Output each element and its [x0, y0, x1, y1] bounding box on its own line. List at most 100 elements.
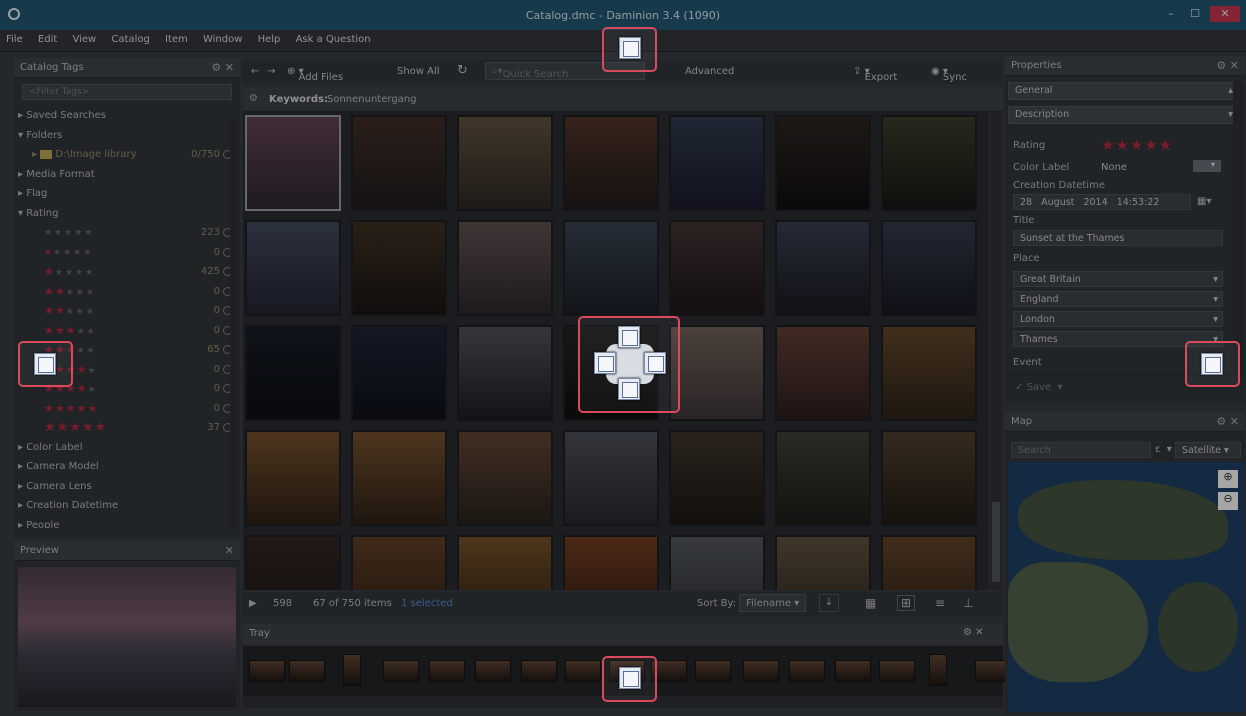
thumbnail[interactable] [245, 115, 341, 211]
map-view[interactable]: ⊕ ⊖ [1008, 462, 1244, 712]
show-all-button[interactable]: Show All [397, 66, 440, 77]
people-view-icon[interactable]: ⊥ [963, 596, 973, 610]
tree-item-image-library[interactable]: ▸ D:\Image library 0/750 [14, 145, 240, 165]
section-general[interactable]: General ▴ [1008, 82, 1240, 100]
back-arrow-icon[interactable]: ← [251, 66, 259, 77]
thumbnail[interactable] [457, 535, 553, 590]
thumbnail[interactable] [669, 430, 765, 526]
map-search-input[interactable]: Search [1011, 442, 1151, 458]
thumbnail[interactable] [775, 220, 871, 316]
maximize-button[interactable]: ☐ [1184, 6, 1206, 22]
rating-row-9[interactable]: ★★★★★ 0 [14, 399, 240, 419]
thumbnail[interactable] [775, 115, 871, 211]
minimize-button[interactable]: – [1160, 6, 1182, 22]
tree-item-creation-datetime[interactable]: ▸ Creation Datetime [14, 496, 240, 516]
grid-scrollbar[interactable] [990, 112, 1002, 590]
tree-item-flag[interactable]: ▸ Flag [14, 184, 240, 204]
grid-view-icon[interactable]: ⊞ [897, 595, 916, 611]
thumbnail[interactable] [245, 535, 341, 590]
thumbnail[interactable] [457, 430, 553, 526]
tray-thumbnail[interactable] [249, 660, 285, 682]
properties-scrollbar[interactable] [1233, 82, 1243, 372]
save-button[interactable]: ✓ Save ▾ [1015, 382, 1063, 393]
thumbnail[interactable] [669, 535, 765, 590]
tray-thumbnail[interactable] [383, 660, 419, 682]
sync-button[interactable]: ◉ Sync ▾ [931, 66, 967, 83]
thumbnail[interactable] [669, 325, 765, 421]
settings-icon[interactable]: ⚙ [249, 93, 258, 104]
zoom-in-icon[interactable]: ⊕ [1218, 470, 1238, 488]
rating-row-4[interactable]: ★★★★★ 0 [14, 301, 240, 321]
tray-thumbnail[interactable] [835, 660, 871, 682]
menu-edit[interactable]: Edit [32, 30, 63, 45]
thumbnail[interactable] [457, 115, 553, 211]
thumbnail[interactable] [881, 430, 977, 526]
thumbnail[interactable] [351, 220, 447, 316]
menu-help[interactable]: Help [252, 30, 287, 45]
thumbnail[interactable] [457, 325, 553, 421]
place-state-field[interactable]: England ▾ [1013, 291, 1223, 307]
section-description[interactable]: Description ▾ [1008, 106, 1240, 124]
dock-center-left-icon[interactable] [594, 352, 616, 374]
thumbnail[interactable] [563, 115, 659, 211]
thumbnail[interactable] [881, 115, 977, 211]
tray-thumbnail[interactable] [289, 660, 325, 682]
thumbnail[interactable] [351, 535, 447, 590]
menu-catalog[interactable]: Catalog [105, 30, 155, 45]
dock-bottom-icon[interactable] [619, 667, 641, 689]
list-view-icon[interactable]: ≡ [935, 596, 945, 610]
rating-row-2[interactable]: ★★★★★ 425 [14, 262, 240, 282]
forward-arrow-icon[interactable]: → [267, 66, 275, 77]
thumbnail[interactable] [775, 535, 871, 590]
tray-thumbnail[interactable] [429, 660, 465, 682]
thumbnail[interactable] [881, 535, 977, 590]
close-button[interactable]: ✕ [1210, 6, 1240, 22]
menu-item[interactable]: Item [159, 30, 194, 45]
rating-row-5[interactable]: ★★★★★ 0 [14, 321, 240, 341]
thumbnail[interactable] [881, 220, 977, 316]
thumbnail[interactable] [563, 535, 659, 590]
thumbnail[interactable] [669, 115, 765, 211]
panel-settings-icon[interactable]: ⚙ ✕ [1216, 415, 1239, 428]
thumbnail[interactable] [563, 430, 659, 526]
add-files-button[interactable]: ⊕ Add Files ▾ [287, 66, 343, 83]
thumbnail[interactable] [351, 430, 447, 526]
tree-item-camera-lens[interactable]: ▸ Camera Lens [14, 477, 240, 497]
tray-thumbnail[interactable] [475, 660, 511, 682]
thumbnail[interactable] [881, 325, 977, 421]
tree-item-people[interactable]: ▸ People [14, 516, 240, 528]
tags-scrollbar[interactable] [230, 118, 238, 530]
calendar-icon[interactable]: ▦▾ [1197, 196, 1211, 207]
sort-direction-icon[interactable]: ↓ [819, 594, 839, 612]
rating-row-3[interactable]: ★★★★★ 0 [14, 282, 240, 302]
thumbnail[interactable] [775, 430, 871, 526]
title-field[interactable]: Sunset at the Thames [1013, 230, 1223, 246]
thumbnail[interactable] [245, 430, 341, 526]
refresh-icon[interactable]: ↻ [457, 63, 468, 78]
grid-small-view-icon[interactable]: ▦ [865, 596, 876, 610]
panel-settings-icon[interactable]: ⚙ ✕ [1216, 59, 1239, 72]
thumbnail[interactable] [563, 220, 659, 316]
dock-top-icon[interactable] [619, 37, 641, 59]
tree-item-folders[interactable]: ▾ Folders [14, 126, 240, 146]
dock-center-top-icon[interactable] [618, 326, 640, 348]
close-icon[interactable]: ✕ [225, 544, 234, 557]
thumbnail[interactable] [775, 325, 871, 421]
panel-settings-icon[interactable]: ⚙ ✕ [211, 61, 234, 74]
thumbnail[interactable] [245, 220, 341, 316]
grid-scroll-thumb[interactable] [992, 502, 1000, 582]
map-type-dropdown[interactable]: Satellite ▾ [1175, 442, 1241, 458]
map-search-dropdown[interactable]: ɛ ▾ [1155, 444, 1172, 455]
thumbnail[interactable] [457, 220, 553, 316]
tray-settings-icon[interactable]: ⚙ ✕ [963, 627, 984, 638]
dock-left-icon[interactable] [34, 353, 56, 375]
tray-thumbnail[interactable] [879, 660, 915, 682]
place-city-field[interactable]: London ▾ [1013, 311, 1223, 327]
tree-item-rating[interactable]: ▾ Rating [14, 204, 240, 224]
menu-ask-question[interactable]: Ask a Question [290, 30, 377, 45]
play-icon[interactable]: ▶ [249, 598, 257, 609]
tray-thumbnail[interactable] [695, 660, 731, 682]
tree-item-media-format[interactable]: ▸ Media Format [14, 165, 240, 185]
tray-thumbnail[interactable] [743, 660, 779, 682]
menu-view[interactable]: View [66, 30, 102, 45]
